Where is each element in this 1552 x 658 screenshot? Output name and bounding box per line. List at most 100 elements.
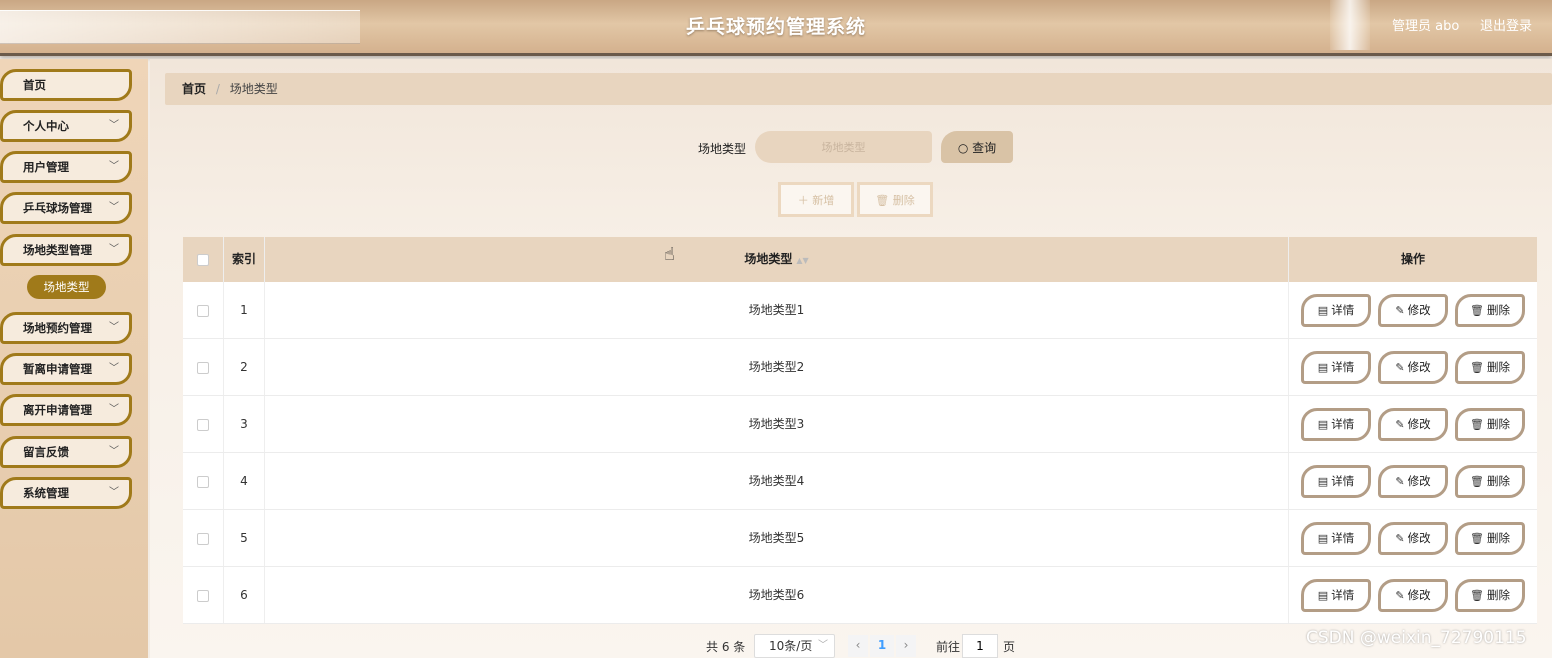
- prev-page-button[interactable]: ‹: [848, 635, 868, 657]
- trash-icon: 🗑: [1470, 532, 1484, 545]
- next-page-button[interactable]: ›: [896, 635, 916, 657]
- row-ops: ▤ 详情 ✎ 修改 🗑 删除: [1289, 396, 1537, 452]
- edit-button[interactable]: ✎ 修改: [1378, 465, 1448, 498]
- delete-button[interactable]: 🗑 删除: [1455, 294, 1525, 327]
- search-button[interactable]: ○ 查询: [941, 131, 1013, 163]
- trash-icon: 🗑: [1470, 589, 1484, 602]
- chevron-down-icon: ﹀: [109, 487, 119, 498]
- select-all-checkbox[interactable]: [197, 254, 209, 266]
- row-index: 1: [224, 282, 265, 338]
- row-ops: ▤ 详情 ✎ 修改 🗑 删除: [1289, 339, 1537, 395]
- detail-button[interactable]: ▤ 详情: [1301, 351, 1371, 384]
- app-header: 乒乓球预约管理系统 管理员 abo 退出登录: [0, 0, 1552, 56]
- chevron-down-icon: ﹀: [109, 161, 119, 172]
- chevron-down-icon: ﹀: [818, 640, 828, 651]
- document-icon: ▤: [1317, 304, 1329, 317]
- row-checkbox[interactable]: [197, 476, 209, 488]
- edit-button[interactable]: ✎ 修改: [1378, 351, 1448, 384]
- detail-button[interactable]: ▤ 详情: [1301, 465, 1371, 498]
- current-user: 管理员 abo: [1392, 19, 1460, 34]
- column-header-type-label: 场地类型: [744, 252, 793, 266]
- sidebar-item-reservations[interactable]: 场地预约管理 ﹀: [0, 312, 132, 344]
- row-select-cell: [183, 339, 224, 395]
- chevron-down-icon: ﹀: [109, 363, 119, 374]
- breadcrumb-separator: /: [215, 82, 220, 96]
- search-icon: ○: [957, 140, 969, 155]
- app-title: 乒乓球预约管理系统: [685, 16, 866, 38]
- detail-button-label: 详情: [1331, 360, 1355, 374]
- trash-icon: 🗑: [1470, 475, 1484, 488]
- delete-button-label: 删除: [1486, 360, 1510, 374]
- delete-button-label: 删除: [1486, 588, 1510, 602]
- detail-button[interactable]: ▤ 详情: [1301, 579, 1371, 612]
- trash-icon: 🗑: [875, 193, 890, 207]
- sidebar-item-feedback[interactable]: 留言反馈 ﹀: [0, 436, 132, 468]
- sidebar-item-profile[interactable]: 个人中心 ﹀: [0, 110, 132, 142]
- delete-button[interactable]: 🗑 删除: [1455, 522, 1525, 555]
- document-icon: ▤: [1317, 589, 1329, 602]
- page-size-select[interactable]: 10条/页 ﹀: [754, 634, 835, 658]
- logout-link[interactable]: 退出登录: [1480, 15, 1532, 34]
- row-type: 场地类型5: [265, 510, 1289, 566]
- row-checkbox[interactable]: [197, 305, 209, 317]
- column-header-index: 索引: [224, 237, 265, 282]
- row-type: 场地类型4: [265, 453, 1289, 509]
- search-input[interactable]: [755, 131, 932, 163]
- sidebar-item-system[interactable]: 系统管理 ﹀: [0, 477, 132, 509]
- row-checkbox[interactable]: [197, 419, 209, 431]
- sidebar-subitem-court-type[interactable]: 场地类型: [27, 275, 106, 299]
- delete-button[interactable]: 🗑 删除: [1455, 579, 1525, 612]
- sidebar-item-leave[interactable]: 离开申请管理 ﹀: [0, 394, 132, 426]
- sort-icon[interactable]: ▲▼: [796, 256, 808, 265]
- document-icon: ▤: [1317, 532, 1329, 545]
- batch-delete-button[interactable]: 🗑 删除: [857, 182, 933, 217]
- edit-button[interactable]: ✎ 修改: [1378, 294, 1448, 327]
- document-icon: ▤: [1317, 361, 1329, 374]
- plus-icon: ＋: [797, 193, 809, 207]
- table-row: 1 场地类型1 ▤ 详情 ✎ 修改 🗑 删除: [183, 282, 1537, 339]
- row-type: 场地类型1: [265, 282, 1289, 338]
- chevron-down-icon: ﹀: [109, 446, 119, 457]
- edit-button[interactable]: ✎ 修改: [1378, 408, 1448, 441]
- edit-button-label: 修改: [1407, 588, 1431, 602]
- delete-button[interactable]: 🗑 删除: [1455, 351, 1525, 384]
- chevron-down-icon: ﹀: [109, 120, 119, 131]
- sidebar-item-temp-leave[interactable]: 暂离申请管理 ﹀: [0, 353, 132, 385]
- delete-button-label: 删除: [892, 193, 915, 207]
- edit-button[interactable]: ✎ 修改: [1378, 522, 1448, 555]
- detail-button[interactable]: ▤ 详情: [1301, 294, 1371, 327]
- current-page[interactable]: 1: [870, 635, 894, 657]
- detail-button-label: 详情: [1331, 588, 1355, 602]
- sidebar-item-courts[interactable]: 乒乓球场管理 ﹀: [0, 192, 132, 224]
- row-checkbox[interactable]: [197, 362, 209, 374]
- sidebar-item-label: 用户管理: [23, 160, 69, 174]
- sidebar-item-court-types[interactable]: 场地类型管理 ﹀: [0, 234, 132, 266]
- row-index: 4: [224, 453, 265, 509]
- sidebar-item-home[interactable]: 首页: [0, 69, 132, 101]
- delete-button-label: 删除: [1486, 417, 1510, 431]
- detail-button[interactable]: ▤ 详情: [1301, 522, 1371, 555]
- row-ops: ▤ 详情 ✎ 修改 🗑 删除: [1289, 567, 1537, 623]
- sidebar-item-label: 留言反馈: [23, 445, 69, 459]
- delete-button[interactable]: 🗑 删除: [1455, 465, 1525, 498]
- sidebar-item-users[interactable]: 用户管理 ﹀: [0, 151, 132, 183]
- breadcrumb: 首页 / 场地类型: [165, 73, 1552, 105]
- breadcrumb-home[interactable]: 首页: [182, 82, 206, 96]
- delete-button[interactable]: 🗑 删除: [1455, 408, 1525, 441]
- edit-button-label: 修改: [1407, 531, 1431, 545]
- column-header-type[interactable]: 场地类型 ▲▼: [265, 237, 1289, 282]
- add-button[interactable]: ＋ 新增: [778, 182, 854, 217]
- goto-page-input[interactable]: [962, 634, 998, 658]
- hand-cursor-icon: ☝: [664, 244, 675, 265]
- sidebar-item-label: 乒乓球场管理: [23, 201, 92, 215]
- detail-button[interactable]: ▤ 详情: [1301, 408, 1371, 441]
- sidebar-item-label: 暂离申请管理: [23, 362, 92, 376]
- row-checkbox[interactable]: [197, 533, 209, 545]
- row-checkbox[interactable]: [197, 590, 209, 602]
- trash-icon: 🗑: [1470, 361, 1484, 374]
- sidebar-item-label: 个人中心: [23, 119, 69, 133]
- add-button-label: 新增: [812, 193, 835, 207]
- edit-button[interactable]: ✎ 修改: [1378, 579, 1448, 612]
- row-index: 5: [224, 510, 265, 566]
- pencil-icon: ✎: [1395, 475, 1405, 488]
